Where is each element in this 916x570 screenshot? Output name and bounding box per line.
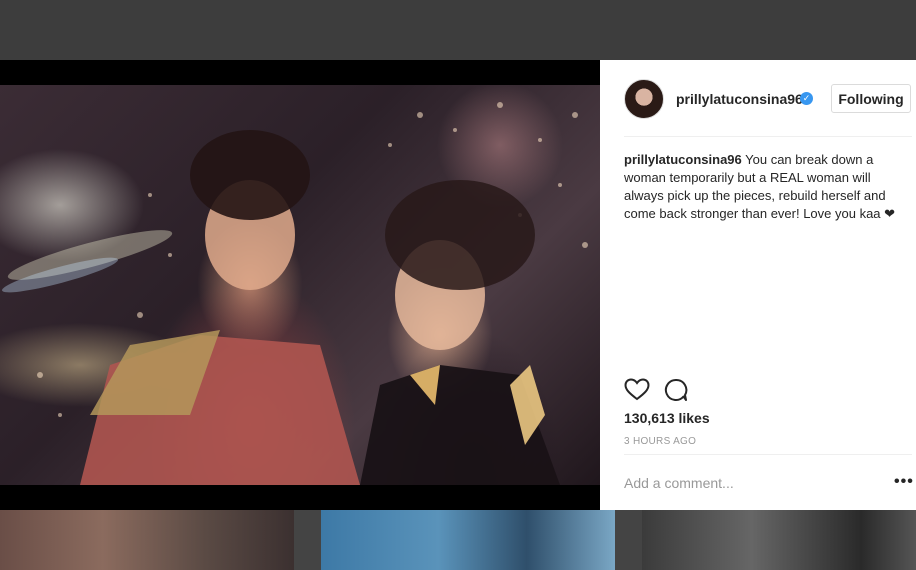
heart-icon[interactable] — [624, 378, 650, 402]
add-comment-input[interactable] — [624, 472, 864, 494]
sparkle-overlay — [2, 102, 588, 485]
divider — [624, 454, 912, 455]
verified-badge-icon: ✓ — [800, 92, 813, 105]
post-photo[interactable] — [0, 85, 600, 485]
grid-thumbnail[interactable] — [321, 510, 615, 570]
grid-thumbnail[interactable] — [0, 510, 294, 570]
post-actions — [624, 378, 724, 402]
following-button[interactable]: Following — [831, 84, 911, 113]
post-timestamp[interactable]: 3 HOURS AGO — [624, 436, 696, 447]
post-caption: prillylatuconsina96 You can break down a… — [624, 151, 896, 223]
grid-thumbnail[interactable] — [642, 510, 916, 570]
comment-icon[interactable] — [664, 378, 688, 402]
post-header: prillylatuconsina96 ✓ Following — [600, 60, 916, 137]
post-sidebar: prillylatuconsina96 ✓ Following prillyla… — [600, 60, 916, 510]
avatar[interactable] — [624, 79, 664, 119]
more-options-icon[interactable]: ••• — [894, 474, 914, 490]
likes-count[interactable]: 130,613 likes — [624, 410, 710, 426]
divider — [624, 136, 912, 137]
backdrop-overlay-top — [0, 0, 916, 60]
username-link[interactable]: prillylatuconsina96 — [676, 91, 803, 107]
caption-username-link[interactable]: prillylatuconsina96 — [624, 152, 742, 167]
